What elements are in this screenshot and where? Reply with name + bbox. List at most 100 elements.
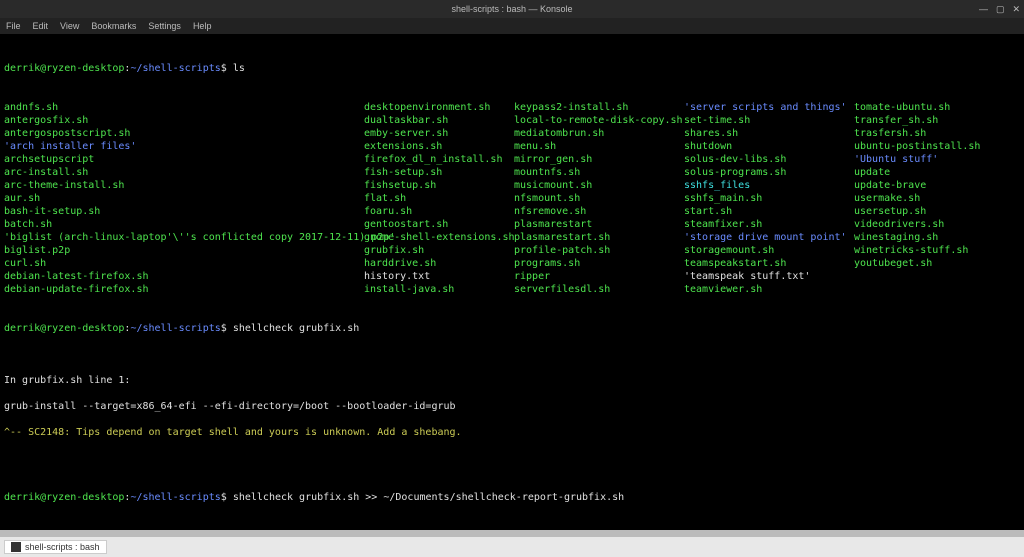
terminal-line <box>4 348 1020 361</box>
taskbar-item[interactable]: shell-scripts : bash <box>4 540 107 554</box>
terminal-line <box>4 452 1020 465</box>
ls-entry: fishsetup.sh <box>364 179 514 192</box>
ls-entry: aur.sh <box>4 192 364 205</box>
ls-entry: ripper <box>514 270 684 283</box>
menu-view[interactable]: View <box>60 21 79 31</box>
ls-entry: menu.sh <box>514 140 684 153</box>
terminal-line: derrik@ryzen-desktop:~/shell-scripts$ sh… <box>4 491 1020 504</box>
ls-entry: winetricks-stuff.sh <box>854 244 1014 257</box>
ls-entry: bash-it-setup.sh <box>4 205 364 218</box>
shellcheck-header: In grubfix.sh line 1: <box>4 374 1020 387</box>
ls-entry: gentoostart.sh <box>364 218 514 231</box>
ls-entry: winestaging.sh <box>854 231 1014 244</box>
ls-entry: debian-update-firefox.sh <box>4 283 364 296</box>
ls-entry: musicmount.sh <box>514 179 684 192</box>
ls-entry: start.sh <box>684 205 854 218</box>
ls-entry: firefox_dl_n_install.sh <box>364 153 514 166</box>
ls-entry: tomate-ubuntu.sh <box>854 101 1014 114</box>
ls-entry: archsetupscript <box>4 153 364 166</box>
ls-entry: foaru.sh <box>364 205 514 218</box>
ls-entry: 'teamspeak stuff.txt' <box>684 270 854 283</box>
ls-entry: transfer_sh.sh <box>854 114 1014 127</box>
ls-entry: mirror_gen.sh <box>514 153 684 166</box>
ls-entry: extensions.sh <box>364 140 514 153</box>
ls-entry: arc-theme-install.sh <box>4 179 364 192</box>
ls-entry: trasfersh.sh <box>854 127 1014 140</box>
menu-file[interactable]: File <box>6 21 21 31</box>
ls-column: andnfs.shantergosfix.shantergospostscrip… <box>4 101 364 296</box>
ls-entry: andnfs.sh <box>4 101 364 114</box>
ls-entry: youtubeget.sh <box>854 257 1014 270</box>
ls-entry: curl.sh <box>4 257 364 270</box>
ls-entry: teamviewer.sh <box>684 283 854 296</box>
ls-entry: dualtaskbar.sh <box>364 114 514 127</box>
taskbar[interactable]: shell-scripts : bash <box>0 537 1024 557</box>
ls-entry: flat.sh <box>364 192 514 205</box>
ls-entry: profile-patch.sh <box>514 244 684 257</box>
window-title: shell-scripts : bash — Konsole <box>451 4 572 14</box>
ls-entry: harddrive.sh <box>364 257 514 270</box>
ls-entry: 'Ubuntu stuff' <box>854 153 1014 166</box>
ls-entry: programs.sh <box>514 257 684 270</box>
ls-entry: biglist.p2p <box>4 244 364 257</box>
terminal-line: derrik@ryzen-desktop:~/shell-scripts$ ls <box>4 62 1020 75</box>
window-controls: — ▢ ✕ <box>979 4 1020 15</box>
ls-entry: mediatombrun.sh <box>514 127 684 140</box>
ls-entry: arc-install.sh <box>4 166 364 179</box>
menu-help[interactable]: Help <box>193 21 212 31</box>
ls-entry: 'storage drive mount point' <box>684 231 854 244</box>
ls-entry: update-brave <box>854 179 1014 192</box>
ls-entry: antergospostscript.sh <box>4 127 364 140</box>
ls-column: tomate-ubuntu.shtransfer_sh.shtrasfersh.… <box>854 101 1014 296</box>
ls-entry: nfsremove.sh <box>514 205 684 218</box>
ls-entry: shutdown <box>684 140 854 153</box>
window-close-button[interactable]: ✕ <box>1012 4 1020 15</box>
ls-entry: set-time.sh <box>684 114 854 127</box>
ls-entry: usersetup.sh <box>854 205 1014 218</box>
ls-entry: serverfilesdl.sh <box>514 283 684 296</box>
ls-column: keypass2-install.shlocal-to-remote-disk-… <box>514 101 684 296</box>
ls-entry: teamspeakstart.sh <box>684 257 854 270</box>
ls-entry: usermake.sh <box>854 192 1014 205</box>
ls-entry: nfsmount.sh <box>514 192 684 205</box>
prompt-user-host: derrik@ryzen-desktop <box>4 63 124 74</box>
shellcheck-warning: ^-- SC2148: Tips depend on target shell … <box>4 426 1020 439</box>
prompt-cwd: ~/shell-scripts <box>130 63 220 74</box>
window-minimize-button[interactable]: — <box>979 4 988 15</box>
command-shellcheck: shellcheck grubfix.sh <box>233 323 359 334</box>
ls-entry: storagemount.sh <box>684 244 854 257</box>
ls-entry: keypass2-install.sh <box>514 101 684 114</box>
ls-entry: videodrivers.sh <box>854 218 1014 231</box>
ls-column: 'server scripts and things'set-time.shsh… <box>684 101 854 296</box>
menu-bookmarks[interactable]: Bookmarks <box>91 21 136 31</box>
ls-entry: desktopenvironment.sh <box>364 101 514 114</box>
window-maximize-button[interactable]: ▢ <box>996 4 1005 15</box>
terminal-icon <box>11 542 21 552</box>
ls-entry: shares.sh <box>684 127 854 140</box>
taskbar-item-label: shell-scripts : bash <box>25 542 100 552</box>
ls-entry: plasmarestart <box>514 218 684 231</box>
ls-entry: 'arch installer files' <box>4 140 364 153</box>
ls-entry: gnome-shell-extensions.sh <box>364 231 514 244</box>
ls-entry: steamfixer.sh <box>684 218 854 231</box>
ls-entry: batch.sh <box>4 218 364 231</box>
ls-entry: solus-dev-libs.sh <box>684 153 854 166</box>
ls-entry: local-to-remote-disk-copy.sh <box>514 114 684 127</box>
ls-entry: 'server scripts and things' <box>684 101 854 114</box>
ls-output: andnfs.shantergosfix.shantergospostscrip… <box>4 101 1020 296</box>
ls-entry: solus-programs.sh <box>684 166 854 179</box>
ls-entry: update <box>854 166 1014 179</box>
ls-entry: grubfix.sh <box>364 244 514 257</box>
ls-entry: sshfs_main.sh <box>684 192 854 205</box>
ls-entry: fish-setup.sh <box>364 166 514 179</box>
menu-settings[interactable]: Settings <box>148 21 181 31</box>
ls-entry: plasmarestart.sh <box>514 231 684 244</box>
ls-entry: history.txt <box>364 270 514 283</box>
terminal-selection: derrik@ryzen-desktop:~/shell-scripts$ ca… <box>0 530 1024 537</box>
terminal-viewport[interactable]: derrik@ryzen-desktop:~/shell-scripts$ ls… <box>0 34 1024 537</box>
command-shellcheck-redirect: shellcheck grubfix.sh >> ~/Documents/she… <box>233 492 624 503</box>
menu-edit[interactable]: Edit <box>33 21 49 31</box>
ls-column: desktopenvironment.shdualtaskbar.shemby-… <box>364 101 514 296</box>
terminal-line: derrik@ryzen-desktop:~/shell-scripts$ sh… <box>4 322 1020 335</box>
ls-entry: install-java.sh <box>364 283 514 296</box>
